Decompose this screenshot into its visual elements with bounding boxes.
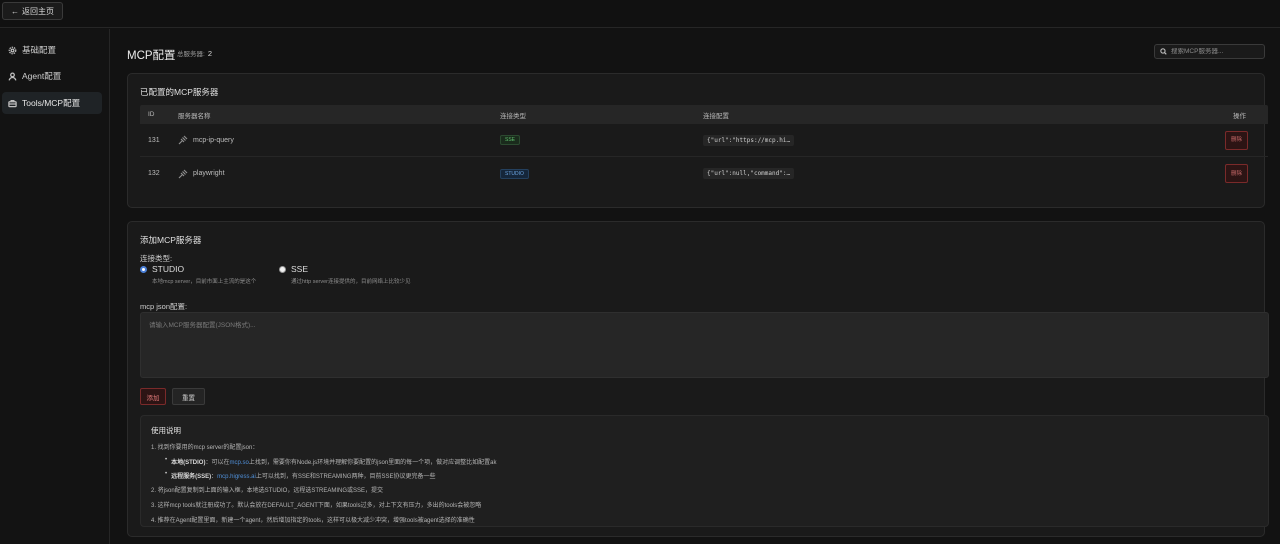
help-line-2: 2. 将json配置复制到上面的输入框，本地选STUDIO，远程选STREAMI… xyxy=(151,488,384,494)
search-icon xyxy=(1160,48,1167,55)
help-sub-sse: • 远程服务(SSE)：mcp.higress.ai上可以找到，有SSE和STR… xyxy=(165,471,1258,480)
radio-studio-title: STUDIO xyxy=(152,264,185,274)
row-id: 131 xyxy=(148,136,160,144)
sidebar-item-label: Agent配置 xyxy=(22,71,62,81)
back-home-label: 返回主页 xyxy=(22,6,54,16)
configured-servers-card: 已配置的MCP服务器 ID 服务器名称 连接类型 连接配置 操作 131 mcp… xyxy=(127,73,1268,208)
reset-button[interactable]: 重置 xyxy=(172,388,205,405)
sidebar-item-tools-mcp-config[interactable]: Tools/MCP配置 xyxy=(2,92,102,114)
row-op-cell: 删除 xyxy=(1205,130,1268,150)
col-op: 操作 xyxy=(1233,112,1246,120)
help-sub-stdio-bold: 本地(STDIO) xyxy=(171,460,206,466)
row-config: {"url":"https://mcp.hi… xyxy=(703,134,795,146)
higress-link[interactable]: mcp.higress.ai xyxy=(217,474,256,480)
sidebar-item-label: 基础配置 xyxy=(22,45,57,55)
radio-dot-icon[interactable] xyxy=(279,266,286,273)
row-config-cell: {"url":"https://mcp.hi… xyxy=(695,134,1205,146)
row-id: 132 xyxy=(148,170,160,177)
row-config: {"url":null,"command":… xyxy=(703,168,795,179)
row-name-cell: mcp-ip-query xyxy=(170,135,492,145)
bullet-icon: • xyxy=(165,471,168,477)
sidebar: 基础配置 Agent配置 Tools/MCP配置 xyxy=(0,29,110,544)
delete-button[interactable]: 删除 xyxy=(1225,130,1248,150)
top-bar: ← 返回主页 xyxy=(0,0,1280,28)
arrow-left-icon: ← xyxy=(11,6,19,16)
table-row: 132 playwright STUDIO {"url":null,"comma… xyxy=(140,157,1268,190)
page-title: MCP配置 xyxy=(127,50,176,62)
help-line-3: 3. 这样mcp tools就注册成功了。默认会放在DEFAULT_AGENT下… xyxy=(151,503,482,509)
user-icon xyxy=(8,72,17,81)
row-op-cell: 删除 xyxy=(1205,164,1268,183)
json-config-label: mcp json配置: xyxy=(140,302,188,311)
add-server-title: 添加MCP服务器 xyxy=(140,235,202,245)
usage-help-panel: 使用说明 1. 找到你要用的mcp server的配置json： • 本地(ST… xyxy=(140,415,1269,527)
radio-sse-desc: 通过http server连接提供的，目前网络上比较少见 xyxy=(291,279,411,285)
radio-sse-title: SSE xyxy=(291,264,309,274)
total-label: 总服务器: xyxy=(177,51,205,58)
radio-sse[interactable]: SSE 通过http server连接提供的，目前网络上比较少见 xyxy=(279,264,410,285)
row-type-cell: SSE xyxy=(492,135,695,145)
bullet-icon: • xyxy=(165,457,168,463)
search-input[interactable] xyxy=(1171,48,1261,55)
main-content: MCP配置 总服务器: 2 已配置的MCP服务器 ID 服务器名称 连接类型 连… xyxy=(111,29,1280,544)
row-config-cell: {"url":null,"command":… xyxy=(695,168,1205,179)
sidebar-item-basic-config[interactable]: 基础配置 xyxy=(2,39,102,61)
connection-type-label: 连接类型: xyxy=(140,254,173,263)
link-icon xyxy=(178,135,188,145)
type-tag-sse: SSE xyxy=(500,135,521,145)
type-tag-studio: STUDIO xyxy=(500,168,529,179)
row-name-cell: playwright xyxy=(170,169,492,179)
total-count: 2 xyxy=(207,48,212,58)
radio-studio[interactable]: STUDIO 本地mcp server，目前市面上主流的是这个 xyxy=(140,264,256,285)
mcp-so-link[interactable]: mcp.so xyxy=(229,460,248,466)
help-line-4: 4. 推荐在Agent配置里面，新建一个agent，然后增加指定的tools，这… xyxy=(151,518,475,524)
toolbox-icon xyxy=(8,99,17,107)
help-sub-stdio-pre: ：可以在 xyxy=(205,460,230,466)
help-line-1: 1. 找到你要用的mcp server的配置json： xyxy=(151,445,259,451)
row-name: mcp-ip-query xyxy=(193,136,234,144)
table-row: 131 mcp-ip-query SSE {"url":"https://mcp… xyxy=(140,124,1268,157)
sidebar-item-label: Tools/MCP配置 xyxy=(22,98,81,108)
help-sub-sse-bold: 远程服务(SSE) xyxy=(171,474,212,480)
configured-servers-title: 已配置的MCP服务器 xyxy=(140,87,219,97)
gear-icon xyxy=(8,46,17,54)
help-title: 使用说明 xyxy=(151,426,181,435)
help-sub-sse-post: 上可以找到，有SSE和STREAMING两种，目前SSE协议更完备一些 xyxy=(255,474,436,480)
radio-studio-desc: 本地mcp server，目前市面上主流的是这个 xyxy=(152,279,257,285)
row-type-cell: STUDIO xyxy=(492,168,695,179)
add-button[interactable]: 添加 xyxy=(140,388,166,405)
total-servers-badge: 总服务器: 2 xyxy=(177,48,212,59)
col-name: 服务器名称 xyxy=(178,112,211,120)
back-home-button[interactable]: ← 返回主页 xyxy=(2,2,63,20)
radio-dot-icon[interactable] xyxy=(140,266,147,273)
servers-table: ID 服务器名称 连接类型 连接配置 操作 131 mcp-ip-query S… xyxy=(140,105,1268,190)
delete-button[interactable]: 删除 xyxy=(1225,164,1248,183)
col-config: 连接配置 xyxy=(703,112,729,120)
col-type: 连接类型 xyxy=(500,112,526,120)
table-header: ID 服务器名称 连接类型 连接配置 操作 xyxy=(140,105,1268,124)
add-server-card: 添加MCP服务器 连接类型: STUDIO 本地mcp server，目前市面上… xyxy=(127,221,1269,537)
link-icon xyxy=(178,169,188,178)
help-sub-stdio: • 本地(STDIO)：可以在mcp.so上找到，需要你有Node.js环境并理… xyxy=(165,457,1258,466)
search-box[interactable] xyxy=(1154,44,1265,59)
col-id: ID xyxy=(148,111,155,118)
row-name: playwright xyxy=(193,170,225,177)
help-sub-stdio-post: 上找到，需要你有Node.js环境并理解你要配置的json里面的每一个项，做对应… xyxy=(248,460,497,466)
sidebar-item-agent-config[interactable]: Agent配置 xyxy=(2,65,102,87)
json-config-textarea[interactable] xyxy=(140,312,1269,378)
